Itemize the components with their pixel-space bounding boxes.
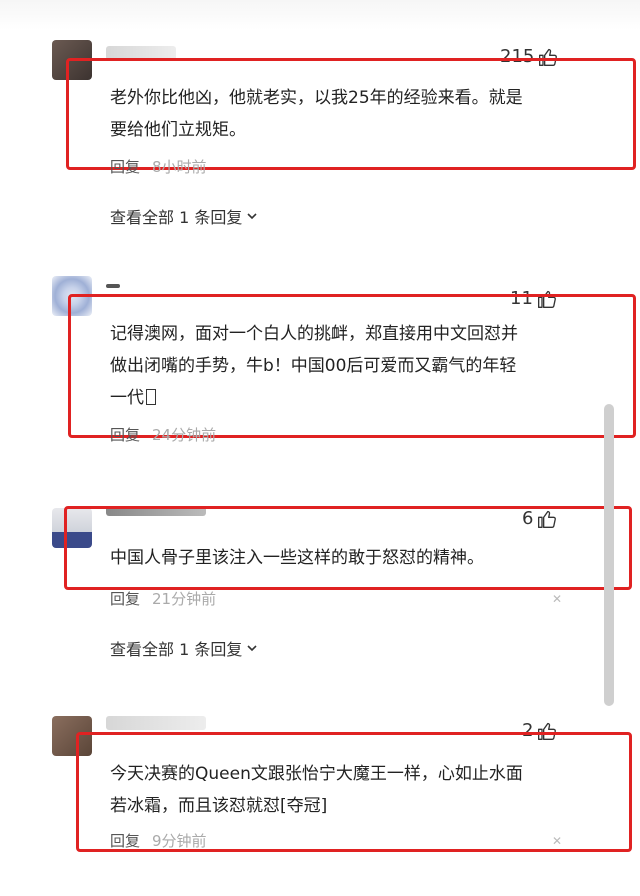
comment-meta: 回复 9分钟前: [110, 830, 207, 851]
view-all-label: 查看全部 1 条回复: [110, 208, 243, 227]
chevron-down-icon: [247, 645, 257, 652]
top-fade: [0, 0, 640, 30]
reply-button[interactable]: 回复: [110, 588, 140, 609]
comment-text: 中国人骨子里该注入一些这样的敢于怒怼的精神。: [110, 542, 484, 574]
comment-meta: 回复 21分钟前: [110, 588, 216, 609]
username-blurred: [106, 284, 120, 288]
reply-button[interactable]: 回复: [110, 424, 140, 445]
close-icon[interactable]: ✕: [552, 592, 562, 606]
comment-line: 中国人骨子里该注入一些这样的敢于怒怼的精神。: [110, 548, 484, 568]
missing-glyph-icon: [146, 389, 156, 405]
reply-button[interactable]: 回复: [110, 830, 140, 851]
username-blurred: [106, 716, 206, 730]
comment-line: 要给他们立规矩。: [110, 120, 246, 140]
comment-line: 一代: [110, 382, 518, 414]
reply-button[interactable]: 回复: [110, 156, 140, 177]
comment-meta: 回复 8小时前: [110, 156, 207, 177]
timestamp: 8小时前: [152, 158, 207, 176]
comment-line: 今天决赛的Queen文跟张怡宁大魔王一样，心如止水面: [110, 764, 523, 784]
timestamp: 21分钟前: [152, 590, 217, 608]
view-all-label: 查看全部 1 条回复: [110, 640, 243, 659]
timestamp: 9分钟前: [152, 832, 207, 850]
comment-meta: 回复 24分钟前: [110, 424, 216, 445]
comment-line: 记得澳网，面对一个白人的挑衅，郑直接用中文回怼并: [110, 324, 518, 344]
chevron-down-icon: [247, 213, 257, 220]
comment-text: 老外你比他凶，他就老实，以我25年的经验来看。就是 要给他们立规矩。: [110, 82, 523, 146]
comment-line: 若冰霜，而且该怼就怼[夺冠]: [110, 796, 328, 816]
comment-line: 老外你比他凶，他就老实，以我25年的经验来看。就是: [110, 88, 523, 108]
close-icon[interactable]: ✕: [552, 834, 562, 848]
comment-line-text: 一代: [110, 388, 144, 408]
comment-text: 今天决赛的Queen文跟张怡宁大魔王一样，心如止水面 若冰霜，而且该怼就怼[夺冠…: [110, 758, 523, 822]
view-all-replies-link[interactable]: 查看全部 1 条回复: [110, 204, 258, 228]
comment-text: 记得澳网，面对一个白人的挑衅，郑直接用中文回怼并 做出闭嘴的手势，牛b！中国00…: [110, 318, 518, 414]
view-all-replies-link[interactable]: 查看全部 1 条回复: [110, 636, 258, 660]
timestamp: 24分钟前: [152, 426, 217, 444]
comment-line: 做出闭嘴的手势，牛b！中国00后可爱而又霸气的年轻: [110, 356, 517, 376]
scrollbar[interactable]: [604, 404, 614, 706]
